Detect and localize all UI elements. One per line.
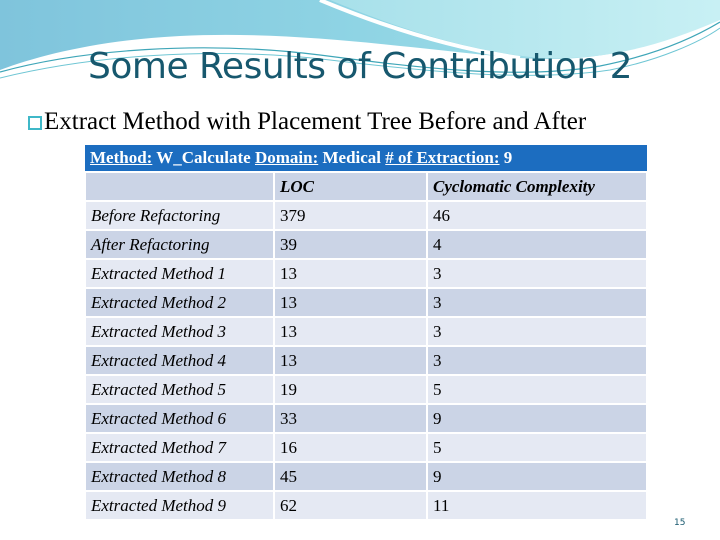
square-bullet-icon — [28, 116, 42, 130]
method-value: W_Calculate — [152, 148, 255, 167]
row-label: Extracted Method 8 — [84, 461, 275, 492]
slide-title: Some Results of Contribution 2 — [88, 46, 632, 87]
row-loc: 45 — [273, 461, 428, 492]
row-label: Extracted Method 3 — [84, 316, 275, 347]
row-loc: 19 — [273, 374, 428, 405]
row-cc: 3 — [426, 345, 648, 376]
row-label: Extracted Method 2 — [84, 287, 275, 318]
row-cc: 3 — [426, 316, 648, 347]
row-label: Extracted Method 9 — [84, 490, 275, 521]
column-header-row: LOC Cyclomatic Complexity — [84, 171, 648, 202]
table-row: Extracted Method 4 13 3 — [84, 345, 648, 376]
row-cc: 4 — [426, 229, 648, 260]
table-caption: Method: W_Calculate Domain: Medical # of… — [85, 145, 647, 173]
bullet-item: Extract Method with Placement Tree Befor… — [28, 108, 586, 136]
table-row: Extracted Method 2 13 3 — [84, 287, 648, 318]
row-cc: 5 — [426, 374, 648, 405]
row-cc: 11 — [426, 490, 648, 521]
row-label: Before Refactoring — [84, 200, 275, 231]
row-label: After Refactoring — [84, 229, 275, 260]
row-cc: 3 — [426, 287, 648, 318]
table-row: Extracted Method 8 45 9 — [84, 461, 648, 492]
row-loc: 16 — [273, 432, 428, 463]
extraction-value: 9 — [499, 148, 513, 167]
row-cc: 3 — [426, 258, 648, 289]
row-label: Extracted Method 6 — [84, 403, 275, 434]
table-caption-row: Method: W_Calculate Domain: Medical # of… — [85, 145, 647, 173]
page-number: 15 — [674, 518, 686, 528]
table-row: Extracted Method 5 19 5 — [84, 374, 648, 405]
table-row: Extracted Method 1 13 3 — [84, 258, 648, 289]
row-loc: 13 — [273, 345, 428, 376]
row-loc: 33 — [273, 403, 428, 434]
table-row: Extracted Method 7 16 5 — [84, 432, 648, 463]
row-loc: 62 — [273, 490, 428, 521]
row-cc: 5 — [426, 432, 648, 463]
column-header-empty — [84, 171, 275, 202]
row-loc: 13 — [273, 258, 428, 289]
column-header-loc: LOC — [273, 171, 428, 202]
table-row: Extracted Method 9 62 11 — [84, 490, 648, 521]
row-cc: 9 — [426, 461, 648, 492]
row-cc: 9 — [426, 403, 648, 434]
row-label: Extracted Method 5 — [84, 374, 275, 405]
row-label: Extracted Method 1 — [84, 258, 275, 289]
row-label: Extracted Method 4 — [84, 345, 275, 376]
table-row: Extracted Method 6 33 9 — [84, 403, 648, 434]
column-header-cc: Cyclomatic Complexity — [426, 171, 648, 202]
method-label: Method: — [90, 148, 153, 167]
row-loc: 39 — [273, 229, 428, 260]
row-cc: 46 — [426, 200, 648, 231]
extraction-label: # of Extraction: — [385, 148, 500, 167]
row-label: Extracted Method 7 — [84, 432, 275, 463]
row-loc: 379 — [273, 200, 428, 231]
domain-label: Domain: — [254, 148, 319, 167]
row-loc: 13 — [273, 316, 428, 347]
results-table: Method: W_Calculate Domain: Medical # of… — [84, 145, 648, 521]
table-row: Before Refactoring 379 46 — [84, 200, 648, 231]
row-loc: 13 — [273, 287, 428, 318]
table-row: Extracted Method 3 13 3 — [84, 316, 648, 347]
table-row: After Refactoring 39 4 — [84, 229, 648, 260]
domain-value: Medical — [318, 148, 386, 167]
bullet-text: Extract Method with Placement Tree Befor… — [44, 108, 587, 135]
